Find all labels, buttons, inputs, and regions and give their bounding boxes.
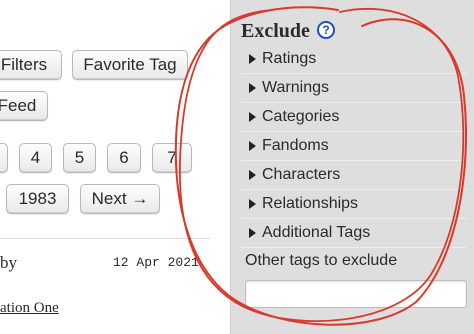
other-tags-input[interactable] bbox=[245, 280, 467, 308]
exclude-filter-fandoms[interactable]: Fandoms bbox=[241, 132, 467, 161]
filters-button[interactable]: Filters bbox=[0, 50, 62, 80]
page-button-4[interactable]: 4 bbox=[19, 143, 52, 173]
filter-label: Relationships bbox=[262, 195, 359, 212]
page-button-5[interactable]: 5 bbox=[63, 143, 96, 173]
favorite-tag-button[interactable]: Favorite Tag bbox=[72, 50, 188, 80]
page-button-7[interactable]: 7 bbox=[152, 143, 192, 173]
filter-label: Categories bbox=[262, 108, 340, 125]
work-fandom-link[interactable]: ation One bbox=[0, 300, 59, 317]
work-date: 12 Apr 2021 bbox=[113, 255, 199, 270]
exclude-filter-relationships[interactable]: Relationships bbox=[241, 190, 467, 219]
filter-label: Warnings bbox=[262, 79, 329, 96]
next-page-button[interactable]: Next → bbox=[80, 184, 160, 214]
exclude-filter-additional-tags[interactable]: Additional Tags bbox=[241, 219, 467, 248]
work-divider bbox=[0, 238, 210, 239]
triangle-right-icon bbox=[249, 228, 256, 238]
page-button-1983[interactable]: 1983 bbox=[6, 184, 69, 214]
page-button-prev-partial[interactable] bbox=[0, 143, 8, 173]
triangle-right-icon bbox=[249, 141, 256, 151]
triangle-right-icon bbox=[249, 83, 256, 93]
filter-label: Characters bbox=[262, 166, 341, 183]
exclude-filter-categories[interactable]: Categories bbox=[241, 103, 467, 132]
exclude-heading: Exclude bbox=[241, 20, 310, 42]
page-button-6[interactable]: 6 bbox=[107, 143, 141, 173]
triangle-right-icon bbox=[249, 112, 256, 122]
exclude-filter-warnings[interactable]: Warnings bbox=[241, 74, 467, 103]
help-question-icon[interactable]: ? bbox=[317, 21, 335, 39]
filter-label: Ratings bbox=[262, 50, 317, 67]
filter-label: Additional Tags bbox=[262, 224, 371, 241]
filter-label: Fandoms bbox=[262, 137, 329, 154]
triangle-right-icon bbox=[249, 54, 256, 64]
exclude-sidebar: Exclude ? Ratings Warnings Categories Fa… bbox=[230, 0, 474, 334]
other-tags-label: Other tags to exclude bbox=[245, 252, 398, 269]
exclude-filter-characters[interactable]: Characters bbox=[241, 161, 467, 190]
triangle-right-icon bbox=[249, 199, 256, 209]
work-byline: by bbox=[0, 253, 17, 272]
feed-button[interactable]: Feed bbox=[0, 91, 48, 121]
triangle-right-icon bbox=[249, 170, 256, 180]
exclude-filter-ratings[interactable]: Ratings bbox=[241, 45, 467, 74]
